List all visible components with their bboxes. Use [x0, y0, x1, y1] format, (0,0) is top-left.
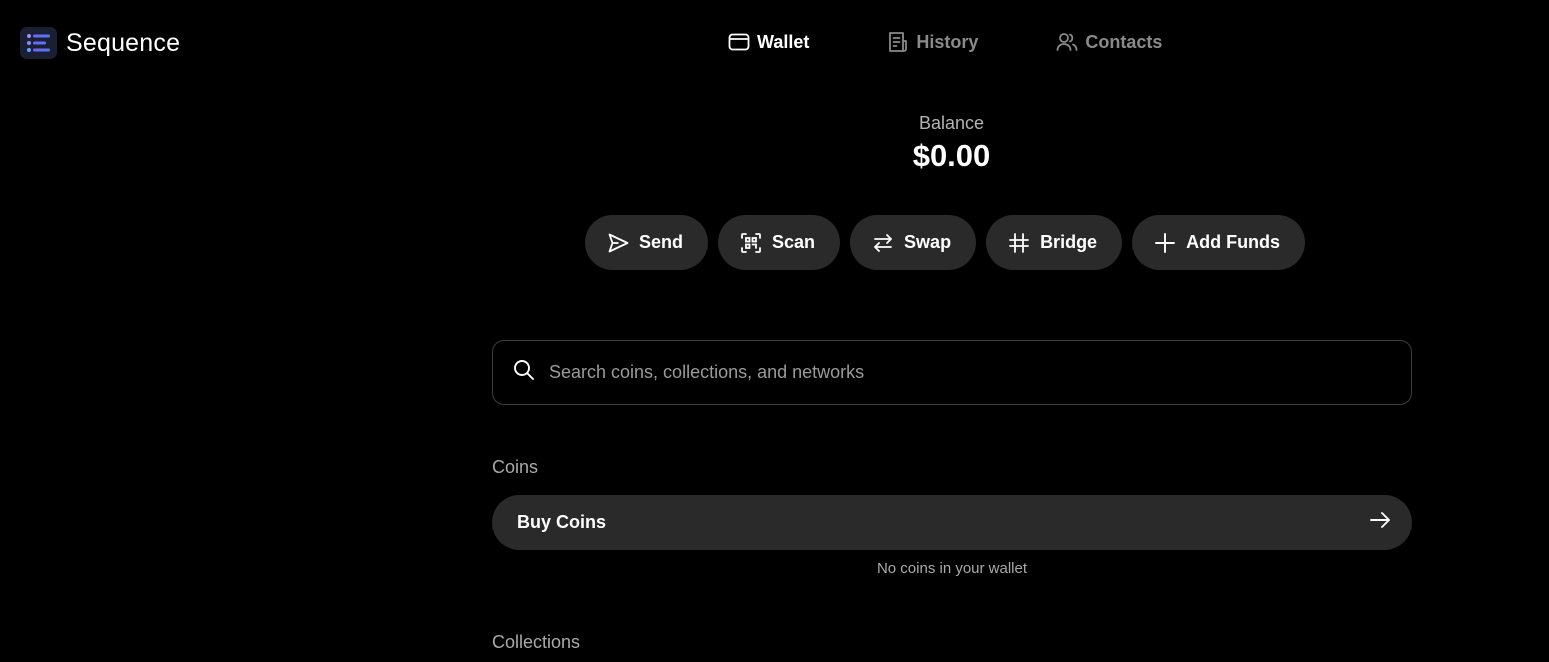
- bridge-label: Bridge: [1040, 232, 1098, 252]
- brand-name: Sequence: [66, 28, 181, 57]
- wallet-icon: [728, 32, 750, 52]
- users-icon: [1056, 32, 1078, 52]
- top-nav: Wallet History Contacts: [728, 31, 1162, 53]
- buy-coins-label: Buy Coins: [517, 512, 607, 532]
- send-button[interactable]: Send: [585, 215, 709, 270]
- search-box[interactable]: [492, 340, 1412, 405]
- collections-heading: Collections: [492, 632, 581, 652]
- bridge-icon: [1008, 232, 1030, 254]
- add-funds-label: Add Funds: [1186, 232, 1281, 252]
- coins-heading: Coins: [492, 457, 539, 477]
- brand-logo[interactable]: Sequence: [20, 27, 180, 59]
- swap-label: Swap: [904, 232, 952, 252]
- scan-button[interactable]: Scan: [718, 215, 841, 270]
- nav-tab-label: Wallet: [757, 31, 810, 52]
- balance-value: $0.00: [912, 138, 991, 173]
- search-icon: [513, 359, 535, 386]
- nav-tab-history[interactable]: History: [887, 31, 978, 53]
- add-funds-button[interactable]: Add Funds: [1132, 215, 1306, 270]
- bridge-button[interactable]: Bridge: [986, 215, 1123, 270]
- nav-tab-contacts[interactable]: Contacts: [1056, 32, 1162, 53]
- swap-icon: [872, 232, 894, 254]
- search-input[interactable]: [547, 351, 1411, 394]
- scan-label: Scan: [772, 232, 816, 252]
- send-icon: [607, 232, 629, 254]
- nav-tab-label: History: [916, 31, 979, 52]
- scan-icon: [740, 232, 762, 254]
- coins-empty-message: No coins in your wallet: [876, 560, 1028, 577]
- nav-tab-label: Contacts: [1085, 31, 1163, 52]
- wallet-page: Sequence Wallet History Contacts Balance…: [0, 0, 1549, 662]
- nav-tab-wallet[interactable]: Wallet: [728, 32, 809, 53]
- balance-panel: Balance $0.00: [0, 112, 1549, 176]
- send-label: Send: [639, 232, 684, 252]
- receipt-icon: [887, 31, 909, 53]
- buy-coins-button[interactable]: Buy Coins: [492, 495, 1412, 550]
- swap-button[interactable]: Swap: [850, 215, 977, 270]
- wallet-actions: Send Scan Swap Bridge Add Funds: [585, 215, 1306, 270]
- plus-icon: [1154, 232, 1176, 254]
- balance-label: Balance: [918, 113, 985, 133]
- sequence-logo-icon: [20, 27, 57, 59]
- arrow-right-icon: [1368, 508, 1392, 537]
